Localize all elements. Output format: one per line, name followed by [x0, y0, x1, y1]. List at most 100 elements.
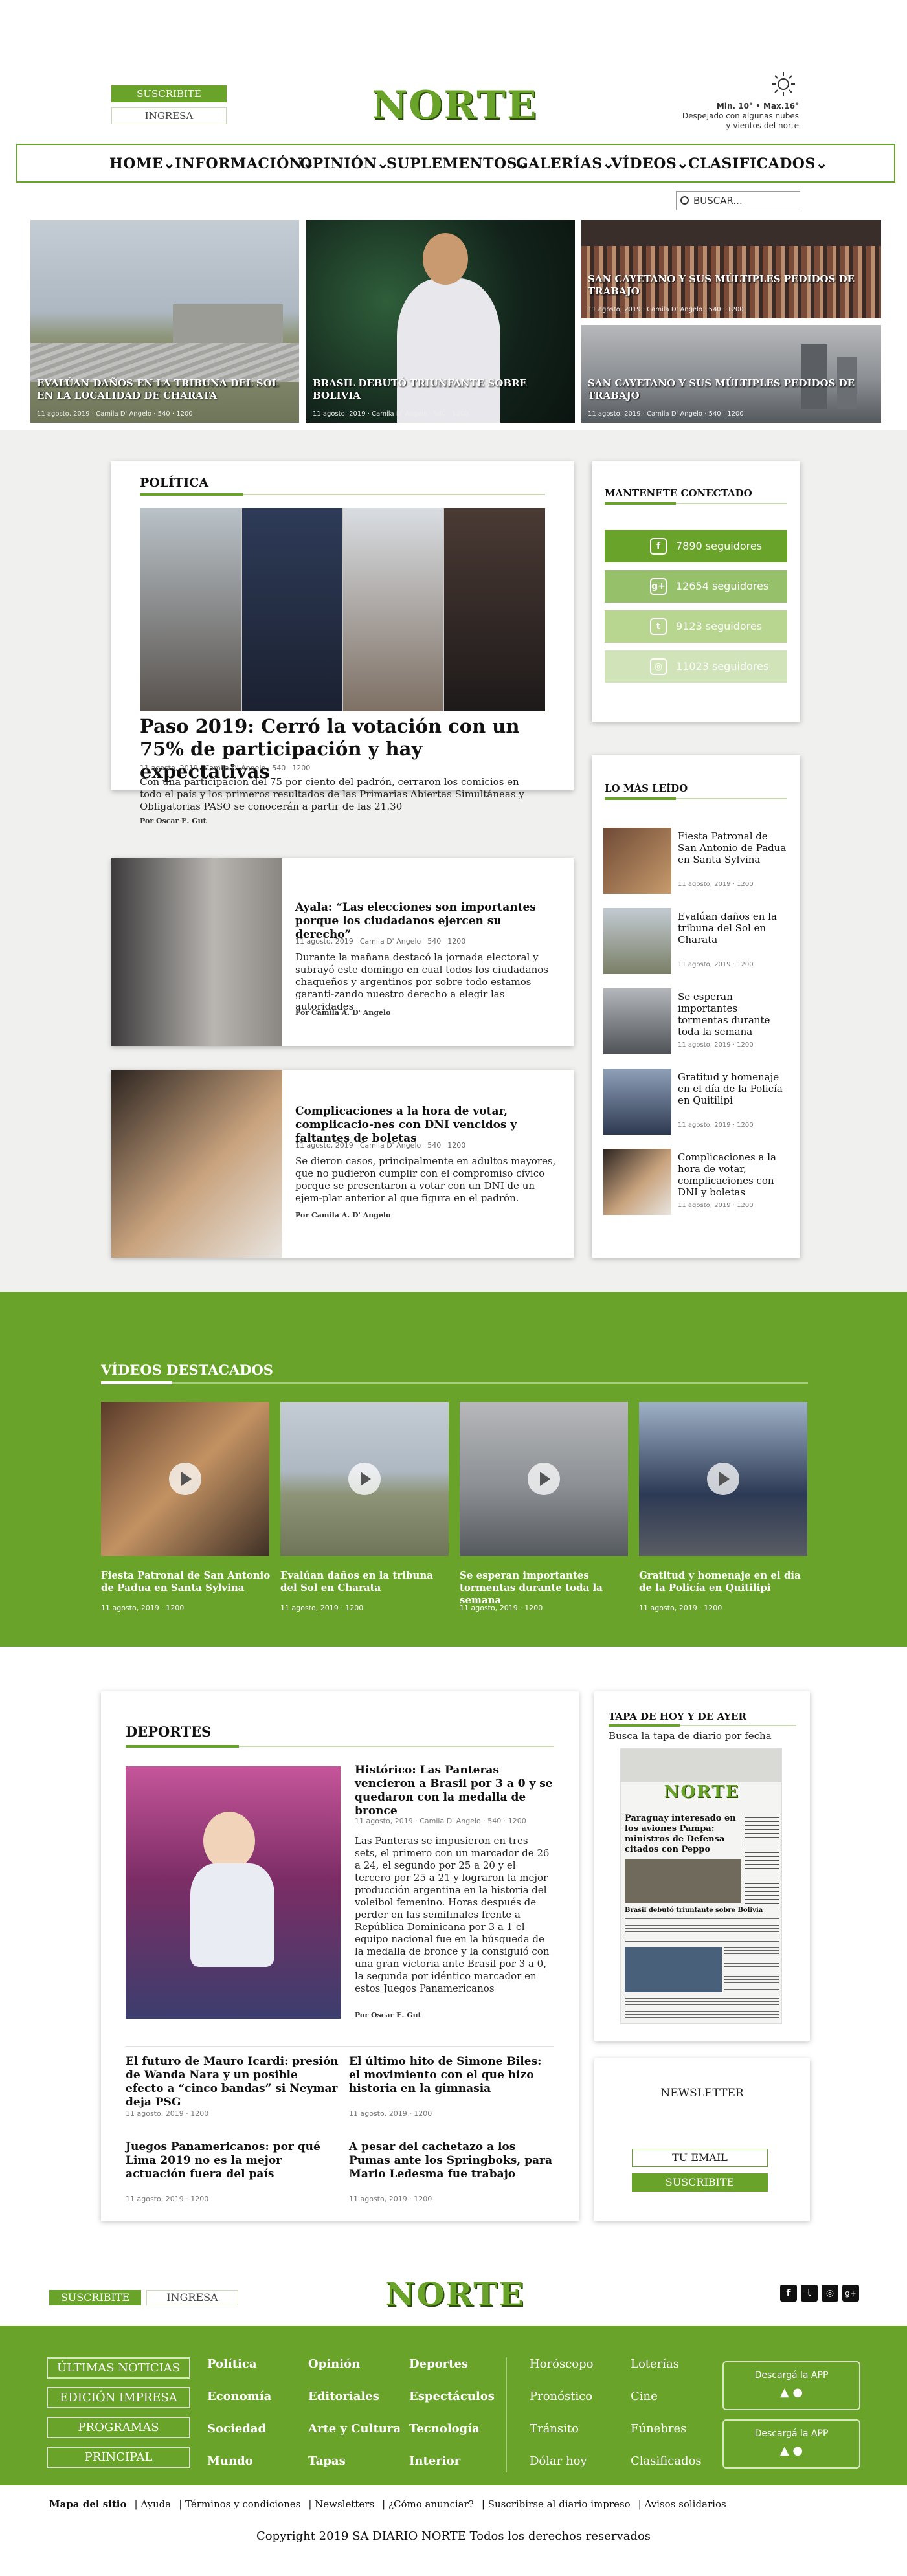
footer-btn-ultimas-noticias[interactable]: ÚLTIMAS NOTICIAS — [47, 2357, 190, 2379]
nav-suplementos[interactable]: SUPLEMENTOS⌄ — [386, 155, 530, 172]
footer-link[interactable]: Interior — [409, 2445, 495, 2478]
video-title[interactable]: Evalúan daños en la tribuna del Sol en C… — [280, 1570, 450, 1594]
subscribe-button[interactable]: SUSCRIBITE — [111, 85, 227, 102]
top-tile-2[interactable]: BRASIL DEBUTÓ TRIUNFANTE SOBRE BOLIVIA 1… — [306, 220, 575, 423]
list-item[interactable]: Se esperan importantes tormentas durante… — [603, 988, 791, 1056]
deportes-mini-title[interactable]: Juegos Panamericanos: por qué Lima 2019 … — [126, 2140, 339, 2181]
footer-link[interactable]: Arte y Cultura — [308, 2413, 401, 2445]
footer-link[interactable]: Espectáculos — [409, 2381, 495, 2413]
article-title[interactable]: Complicaciones a la hora de votar, compl… — [295, 1105, 561, 1146]
nav-clasificados[interactable]: CLASIFICADOS⌄ — [688, 155, 828, 172]
facebook-icon[interactable]: f — [780, 2285, 797, 2302]
facebook-follow-button[interactable]: f 7890 seguidores — [605, 530, 787, 562]
footer-btn-programas[interactable]: PROGRAMAS — [47, 2417, 190, 2438]
nav-videos[interactable]: VÍDEOS⌄ — [611, 155, 689, 172]
nav-home[interactable]: HOME⌄ — [109, 155, 175, 172]
video-meta: 11 agosto, 2019 · 1200 — [280, 1604, 364, 1612]
top-tile-1[interactable]: EVALÚAN DAÑOS EN LA TRIBUNA DEL SOL EN L… — [30, 220, 299, 423]
download-app-button[interactable]: Descargá la APP ▲ ● — [722, 2419, 860, 2469]
article-body: Durante la mañana destacó la jornada ele… — [295, 951, 548, 1012]
footer-link[interactable]: Tecnología — [409, 2413, 495, 2445]
video-thumbnail-2[interactable] — [280, 1402, 449, 1556]
footer-link[interactable]: Mundo — [207, 2445, 271, 2478]
list-item[interactable]: Complicaciones a la hora de votar, compl… — [603, 1149, 791, 1217]
footer-link[interactable]: Horóscopo — [530, 2348, 594, 2381]
article-title[interactable]: Ayala: “Las elecciones son importantes p… — [295, 901, 554, 942]
twitter-follow-button[interactable]: t 9123 seguidores — [605, 610, 787, 643]
top-tile-3[interactable]: SAN CAYETANO Y SUS MÚLTIPLES PEDIDOS DE … — [581, 220, 881, 318]
deportes-main-title[interactable]: Histórico: Las Panteras vencieron a Bras… — [355, 1764, 555, 1818]
nav-opinion[interactable]: OPINIÓN⌄ — [300, 155, 389, 172]
footer-social-icons: f t ◎ g+ — [780, 2285, 861, 2302]
footer-link-terminos[interactable]: Términos y condiciones — [185, 2498, 300, 2510]
mas-leido-title: LO MÁS LEÍDO — [605, 783, 688, 794]
article-image-ballot[interactable] — [111, 1070, 282, 1258]
deportes-main-body: Las Panteras se impusieron en tres sets,… — [355, 1835, 550, 1994]
video-thumbnail-1[interactable] — [101, 1402, 269, 1556]
footer-link[interactable]: Economía — [207, 2381, 271, 2413]
deportes-main-image[interactable] — [126, 1766, 341, 2019]
footer-login-button[interactable]: INGRESA — [146, 2290, 238, 2305]
instagram-icon[interactable]: ◎ — [822, 2285, 838, 2302]
deportes-mini-title[interactable]: El futuro de Mauro Icardi: presión de Wa… — [126, 2055, 339, 2109]
footer-link-newsletters[interactable]: Newsletters — [315, 2498, 374, 2510]
footer-link[interactable]: Sociedad — [207, 2413, 271, 2445]
facebook-icon: f — [650, 538, 667, 555]
footer-link[interactable]: Política — [207, 2348, 271, 2381]
download-app-button[interactable]: Descargá la APP ▲ ● — [722, 2361, 860, 2410]
newsletter-card: NEWSLETTER TU EMAIL SUSCRIBITE — [594, 2058, 810, 2221]
nav-informacion[interactable]: INFORMACIÓN⌄ — [175, 155, 315, 172]
footer-link[interactable]: Tapas — [308, 2445, 401, 2478]
footer-link-ayuda[interactable]: Ayuda — [140, 2498, 171, 2510]
footer-link-avisos[interactable]: Avisos solidarios — [644, 2498, 726, 2510]
video-title[interactable]: Se esperan importantes tormentas durante… — [460, 1570, 629, 1606]
footer-link[interactable]: Fúnebres — [631, 2413, 702, 2445]
instagram-icon: ◎ — [650, 658, 667, 675]
footer-link[interactable]: Loterías — [631, 2348, 702, 2381]
newsletter-email-input[interactable]: TU EMAIL — [632, 2149, 768, 2167]
footer-btn-edicion-impresa[interactable]: EDICIÓN IMPRESA — [47, 2387, 190, 2408]
instagram-follow-button[interactable]: ◎ 11023 seguidores — [605, 650, 787, 683]
deportes-mini-title[interactable]: El último hito de Simone Biles: el movim… — [349, 2055, 556, 2096]
video-meta: 11 agosto, 2019 · 1200 — [460, 1604, 543, 1612]
footer-link-suscribirse[interactable]: Suscribirse al diario impreso — [488, 2498, 631, 2510]
politica-main-title[interactable]: Paso 2019: Cerró la votación con un 75% … — [140, 715, 535, 783]
search-input[interactable]: BUSCAR... — [676, 191, 800, 210]
video-thumbnail-4[interactable] — [639, 1402, 807, 1556]
deportes-mini-title[interactable]: A pesar del cachetazo a los Pumas ante l… — [349, 2140, 556, 2181]
footer-link[interactable]: Cine — [631, 2381, 702, 2413]
site-logo[interactable]: NORTE — [353, 83, 557, 128]
footer-link[interactable]: Clasificados — [631, 2445, 702, 2478]
footer-link[interactable]: Editoriales — [308, 2381, 401, 2413]
article-image-ayala[interactable] — [111, 858, 282, 1046]
video-title[interactable]: Gratitud y homenaje en el día de la Poli… — [639, 1570, 809, 1594]
list-item[interactable]: Evalúan daños en la tribuna del Sol en C… — [603, 908, 791, 976]
newsletter-subscribe-button[interactable]: SUSCRIBITE — [632, 2173, 768, 2192]
newspaper-cover-image[interactable]: NORTE Paraguay interesado en los aviones… — [620, 1748, 782, 2024]
footer-subscribe-button[interactable]: SUSCRIBITE — [49, 2290, 141, 2305]
footer-link[interactable]: Pronóstico — [530, 2381, 594, 2413]
footer-link-anunciar[interactable]: ¿Cómo anunciar? — [388, 2498, 474, 2510]
twitter-icon[interactable]: t — [801, 2285, 818, 2302]
footer-col-5: Loterías Cine Fúnebres Clasificados — [631, 2348, 702, 2478]
footer-link[interactable]: Deportes — [409, 2348, 495, 2381]
twitter-icon: t — [650, 618, 667, 635]
footer-logo[interactable]: NORTE — [374, 2276, 536, 2313]
video-thumbnail-3[interactable] — [460, 1402, 628, 1556]
weather-desc-2: y vientos del norte — [726, 121, 799, 130]
footer-link-mapa[interactable]: Mapa del sitio — [49, 2498, 126, 2510]
video-title[interactable]: Fiesta Patronal de San Antonio de Padua … — [101, 1570, 271, 1594]
list-item[interactable]: Gratitud y homenaje en el día de la Poli… — [603, 1069, 791, 1137]
footer-btn-principal[interactable]: PRINCIPAL — [47, 2447, 190, 2468]
nav-galerias[interactable]: GALERÍAS⌄ — [516, 155, 615, 172]
top-tile-4[interactable]: SAN CAYETANO Y SUS MÚLTIPLES PEDIDOS DE … — [581, 325, 881, 423]
footer-link[interactable]: Opinión — [308, 2348, 401, 2381]
google-follow-button[interactable]: g+ 12654 seguidores — [605, 570, 787, 603]
footer-link[interactable]: Tránsito — [530, 2413, 594, 2445]
list-item[interactable]: Fiesta Patronal de San Antonio de Padua … — [603, 828, 791, 896]
login-button[interactable]: INGRESA — [111, 107, 227, 124]
weather-temp: Min. 10° • Max.16° — [716, 102, 799, 111]
google-plus-icon[interactable]: g+ — [842, 2285, 859, 2302]
footer-link[interactable]: Dólar hoy — [530, 2445, 594, 2478]
politica-main-image[interactable] — [140, 508, 545, 711]
